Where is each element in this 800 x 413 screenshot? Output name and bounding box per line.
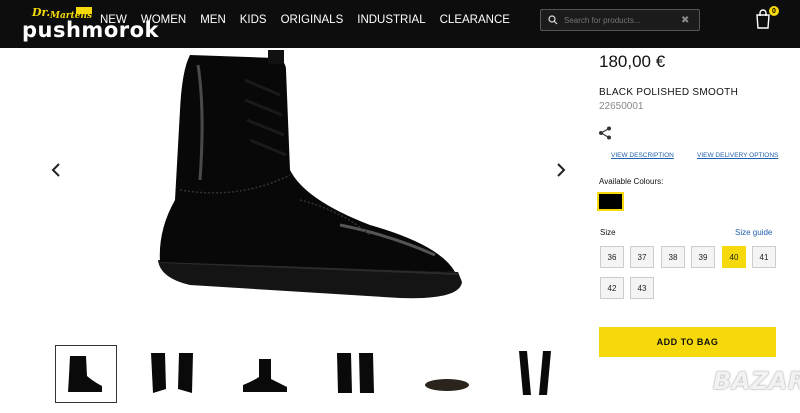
size-label: Size	[600, 228, 616, 237]
next-image-button[interactable]	[552, 158, 570, 182]
swatch-fill	[600, 195, 621, 208]
main-nav: NEW WOMEN MEN KIDS ORIGINALS INDUSTRIAL …	[100, 14, 524, 26]
prev-image-button[interactable]	[47, 158, 65, 182]
boot-side-thumbnail-image	[68, 356, 102, 392]
nav-item-clearance[interactable]: CLEARANCE	[440, 14, 510, 26]
clear-search-icon[interactable]: ✖	[681, 15, 689, 26]
available-colours-label: Available Colours:	[599, 177, 664, 186]
nav-item-women[interactable]: WOMEN	[141, 14, 186, 26]
site-header: Dr. Martens pushmorok NEW WOMEN MEN KIDS…	[0, 0, 800, 48]
thumbnail-6[interactable]	[507, 345, 569, 403]
thumbnail-3[interactable]	[235, 345, 297, 403]
boot-front-pair-thumbnail-image	[151, 353, 193, 393]
watermark-bazar: BAZAR	[713, 367, 800, 395]
size-button-40[interactable]: 40	[722, 246, 746, 268]
nav-item-men[interactable]: MEN	[200, 14, 226, 26]
thumbnail-1[interactable]	[55, 345, 117, 403]
search-box[interactable]: ✖	[540, 9, 700, 31]
colour-swatch-black[interactable]	[597, 192, 624, 211]
size-button-42[interactable]: 42	[600, 277, 624, 299]
add-to-bag-button[interactable]: ADD TO BAG	[599, 327, 776, 357]
share-icon[interactable]	[598, 126, 612, 140]
nav-item-industrial[interactable]: INDUSTRIAL	[357, 14, 425, 26]
size-button-43[interactable]: 43	[630, 277, 654, 299]
view-description-link[interactable]: VIEW DESCRIPTION	[611, 152, 674, 159]
size-guide-link[interactable]: Size guide	[735, 228, 772, 237]
size-button-41[interactable]: 41	[752, 246, 776, 268]
size-button-38[interactable]: 38	[661, 246, 685, 268]
size-button-39[interactable]: 39	[691, 246, 715, 268]
search-icon	[548, 15, 558, 25]
boot-inner-side-thumbnail-image	[243, 359, 287, 392]
nav-item-new[interactable]: NEW	[100, 14, 127, 26]
size-button-36[interactable]: 36	[600, 246, 624, 268]
nav-item-originals[interactable]: ORIGINALS	[281, 14, 344, 26]
thumbnail-2[interactable]	[143, 345, 205, 403]
cart-button[interactable]: 0	[754, 6, 779, 31]
boot-top-pair-thumbnail-image	[519, 351, 551, 395]
nav-item-kids[interactable]: KIDS	[240, 14, 267, 26]
product-price: 180,00 €	[599, 52, 666, 71]
thumbnail-4[interactable]	[327, 345, 389, 403]
search-input[interactable]	[564, 15, 679, 25]
chevron-left-icon	[51, 163, 60, 177]
chevron-right-icon	[557, 163, 566, 177]
size-button-37[interactable]: 37	[630, 246, 654, 268]
product-sku: 22650001	[599, 101, 644, 112]
view-delivery-options-link[interactable]: VIEW DELIVERY OPTIONS	[697, 152, 778, 159]
product-main-image	[158, 50, 462, 299]
thumbnail-strip	[55, 345, 575, 405]
cart-count-badge: 0	[769, 6, 779, 16]
boot-sole-thumbnail-image	[425, 379, 469, 391]
product-name: BLACK POLISHED SMOOTH	[599, 87, 739, 98]
boot-back-pair-thumbnail-image	[337, 353, 374, 393]
thumbnail-5[interactable]	[417, 345, 479, 403]
product-page: Dr. Martens pushmorok NEW WOMEN MEN KIDS…	[0, 0, 800, 413]
